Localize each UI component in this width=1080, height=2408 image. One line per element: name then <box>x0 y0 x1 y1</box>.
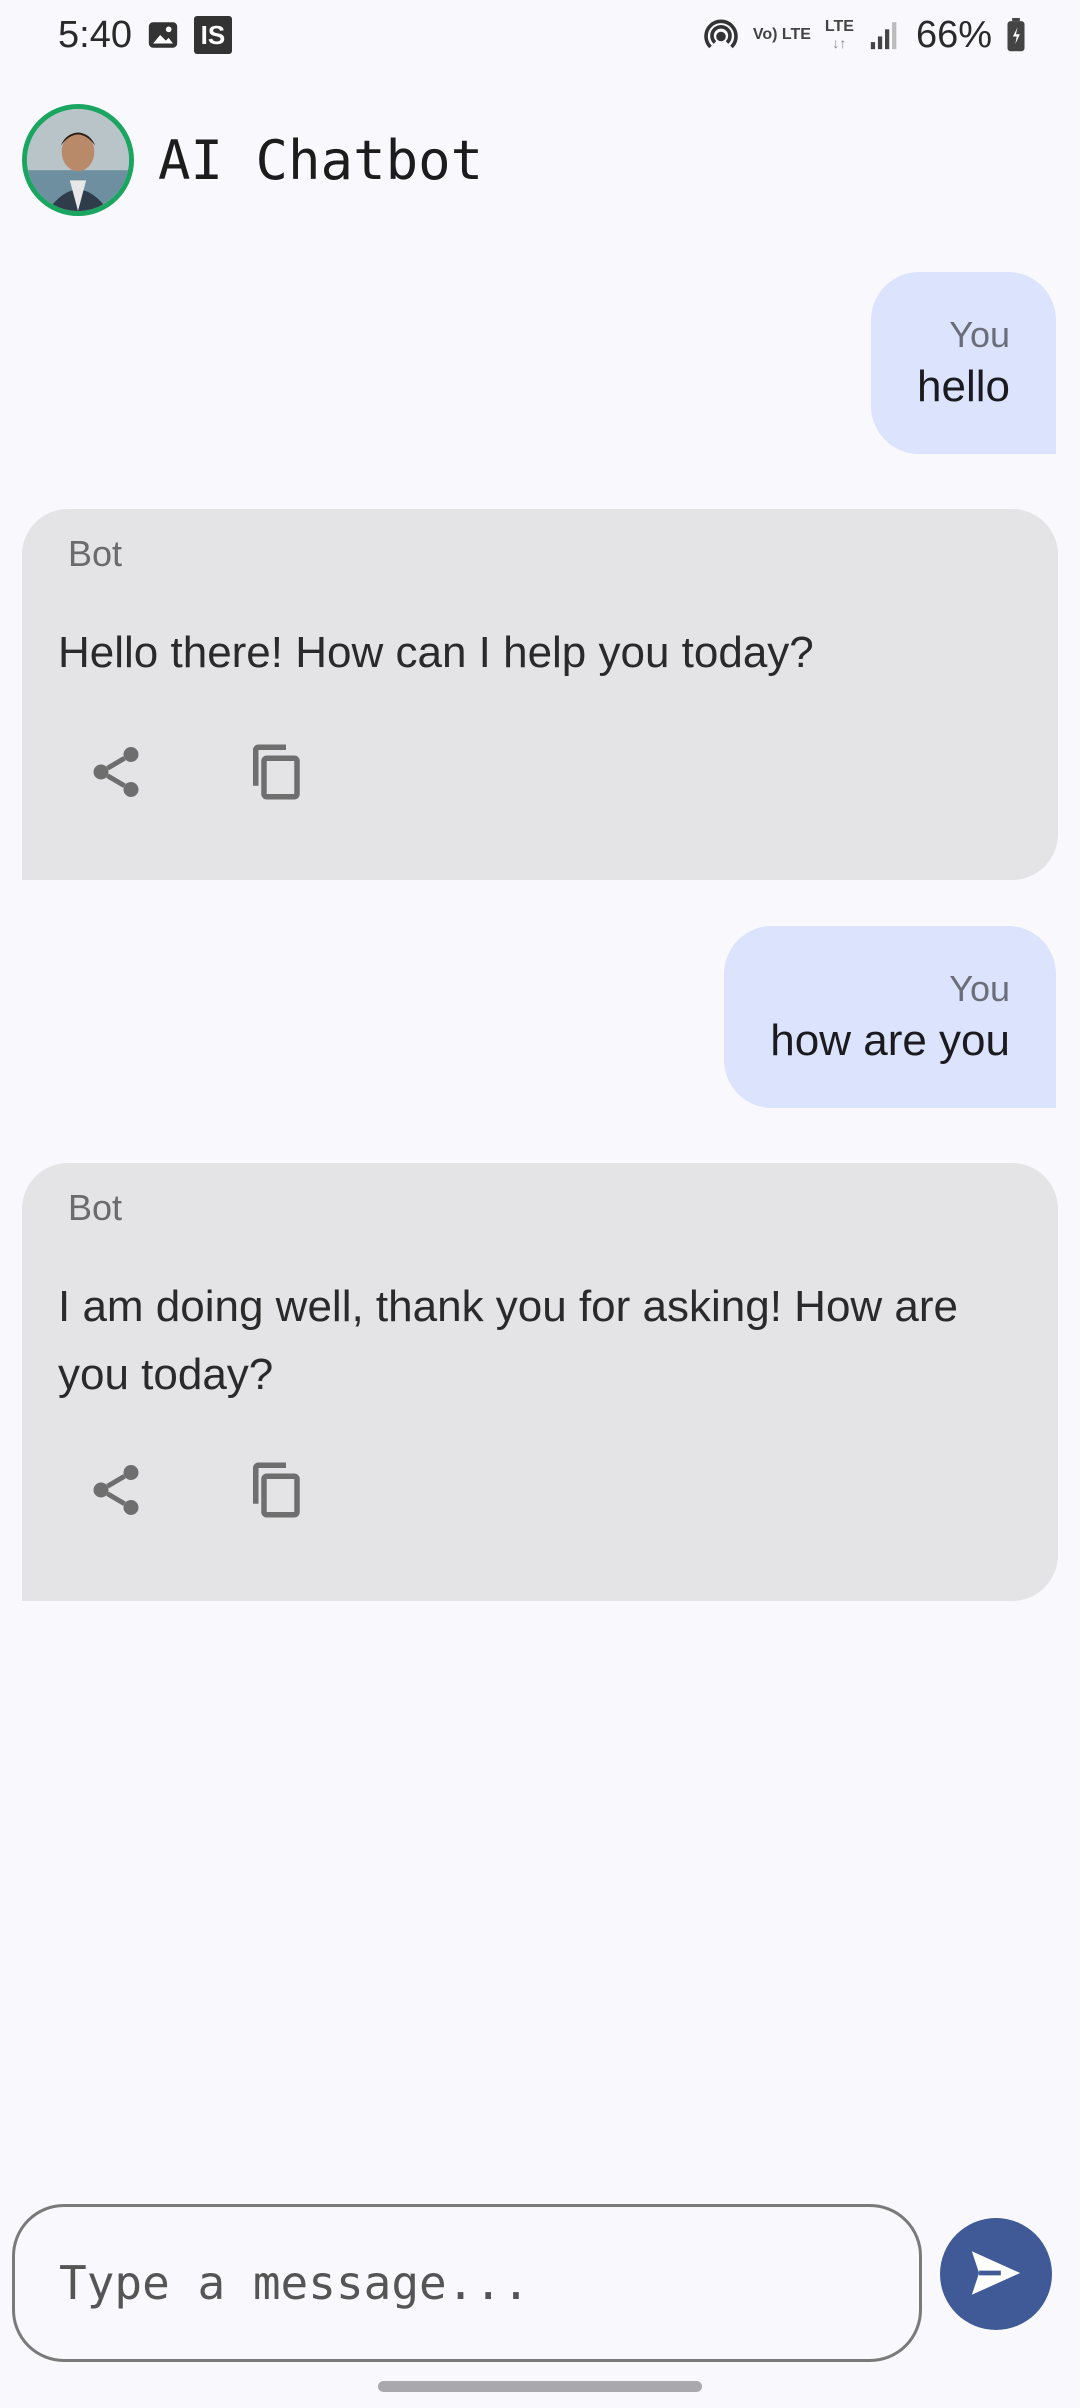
send-icon <box>967 2244 1025 2305</box>
status-left: 5:40 IS <box>58 14 232 57</box>
copy-icon[interactable] <box>242 1457 308 1528</box>
message-sender: You <box>949 968 1010 1009</box>
message-sender: Bot <box>68 1187 123 1228</box>
message-actions <box>86 739 1022 810</box>
volte-label: Vo) LTE <box>752 26 811 43</box>
lte-label: LTE <box>824 18 854 35</box>
app-bar: AI Chatbot <box>0 100 1080 220</box>
bot-message-bubble: Bot Hello there! How can I help you toda… <box>22 509 1058 880</box>
bot-message-bubble: Bot I am doing well, thank you for askin… <box>22 1163 1058 1601</box>
lte-indicator: LTE ↓↑ <box>824 18 854 52</box>
user-message-bubble: You hello <box>871 272 1056 454</box>
share-icon[interactable] <box>86 742 146 807</box>
copy-icon[interactable] <box>242 739 308 810</box>
status-time: 5:40 <box>58 13 132 56</box>
message-text: I am doing well, thank you for asking! H… <box>58 1282 959 1399</box>
share-icon[interactable] <box>86 1460 146 1525</box>
message-sender: You <box>949 314 1010 355</box>
signal-icon <box>868 20 902 50</box>
app-title: AI Chatbot <box>158 128 484 192</box>
hotspot-icon <box>703 17 739 53</box>
status-bar: 5:40 IS Vo) LTE LTE ↓↑ 66% <box>0 0 1080 70</box>
composer <box>0 2204 1080 2364</box>
user-message-bubble: You how are you <box>724 926 1056 1108</box>
battery-level: 66% <box>915 13 992 56</box>
message-input[interactable] <box>12 2204 922 2362</box>
gallery-icon <box>146 18 180 52</box>
is-badge: IS <box>193 16 232 54</box>
message-text: how are you <box>770 1016 1010 1065</box>
home-indicator[interactable] <box>378 2381 702 2392</box>
message-actions <box>86 1457 1022 1528</box>
message-sender: Bot <box>68 533 123 574</box>
volte-indicator: Vo) LTE <box>753 27 811 43</box>
battery-icon <box>1006 18 1026 52</box>
send-button[interactable] <box>940 2218 1052 2330</box>
message-text: hello <box>917 362 1010 411</box>
status-right: Vo) LTE LTE ↓↑ 66% <box>703 14 1026 57</box>
message-text: Hello there! How can I help you today? <box>58 628 814 677</box>
avatar[interactable] <box>22 104 134 216</box>
